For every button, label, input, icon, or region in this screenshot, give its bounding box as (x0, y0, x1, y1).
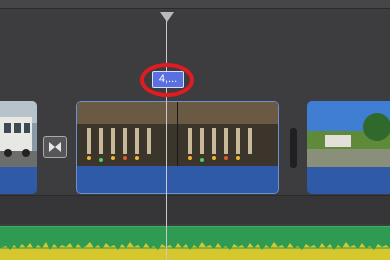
empty-track-lane (0, 196, 390, 224)
clip-bar-selected (77, 166, 278, 193)
clip-thumbnail-bus (0, 101, 37, 167)
bowtie-transition-icon (49, 142, 61, 152)
clip-thumbnail-landscape (307, 101, 390, 167)
video-clip-left[interactable] (0, 101, 37, 194)
timeline-panel: 4,... (0, 0, 390, 260)
highlight-annotation-ring (140, 63, 194, 97)
playhead-line[interactable] (166, 18, 167, 260)
timeline-top-edge (0, 0, 390, 9)
clip-bar-left (0, 167, 37, 194)
clip-bar-right (307, 167, 390, 194)
transition-button[interactable] (43, 136, 67, 158)
video-clip-right[interactable] (307, 101, 390, 194)
clip-thumbnail-mixer (77, 102, 278, 168)
video-clip-selected[interactable] (76, 101, 279, 194)
trim-handle[interactable] (290, 128, 297, 168)
thumb-frame-2 (178, 102, 278, 168)
thumb-frame-1 (77, 102, 177, 168)
audio-waveform (0, 242, 390, 260)
playhead-marker-icon[interactable] (160, 12, 174, 22)
